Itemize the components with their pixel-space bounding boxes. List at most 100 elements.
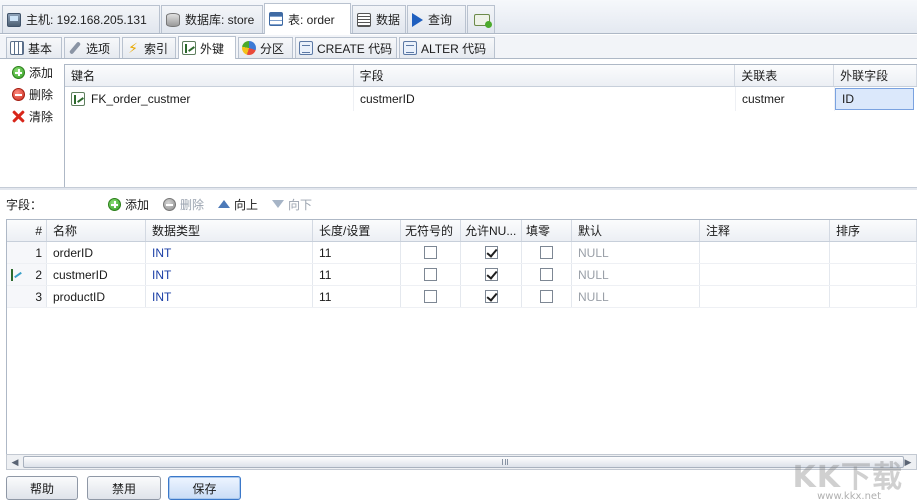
field-add-button[interactable]: 添加 (108, 196, 149, 213)
field-length-cell[interactable]: 11 (313, 264, 401, 285)
fk-clear-button[interactable]: 清除 (6, 105, 64, 127)
scroll-left-icon[interactable]: ◀ (7, 455, 23, 469)
column-header-ref-table[interactable]: 关联表 (735, 65, 835, 86)
field-length-cell[interactable]: 11 (313, 242, 401, 263)
fk-ref-table-cell[interactable]: custmer (736, 87, 835, 111)
column-header-collation[interactable]: 排序 (830, 220, 917, 241)
tab-table[interactable]: 表: order (264, 3, 351, 34)
tab-new-query[interactable] (467, 5, 495, 33)
save-button[interactable]: 保存 (168, 476, 241, 500)
allow-null-checkbox[interactable] (484, 290, 498, 304)
table-row[interactable]: FK_order_custmer custmerID custmer ID (65, 87, 917, 111)
field-type-cell[interactable]: INT (146, 264, 313, 285)
zerofill-checkbox[interactable] (540, 246, 553, 260)
watermark-logo: KK下载 (792, 460, 903, 495)
zerofill-checkbox[interactable] (540, 268, 553, 282)
tab-options[interactable]: 选项 (64, 37, 120, 58)
field-length-cell[interactable]: 11 (313, 286, 401, 307)
fields-toolbar: 字段： 添加 删除 向上 向下 (0, 191, 917, 217)
collation-cell[interactable] (830, 242, 917, 263)
zerofill-checkbox[interactable] (540, 290, 553, 304)
row-number: 1 (7, 242, 47, 263)
column-header-allow-null[interactable]: 允许NU... (461, 220, 522, 241)
unsigned-checkbox[interactable] (424, 290, 437, 304)
default-value-cell[interactable]: NULL (572, 264, 700, 285)
column-header-number[interactable]: # (7, 220, 47, 241)
field-delete-button[interactable]: 删除 (163, 196, 204, 213)
field-name-cell[interactable]: custmerID (47, 264, 146, 285)
clear-icon (12, 110, 25, 123)
watermark-url: www.kkx.net (817, 491, 881, 502)
table-row[interactable]: 2 custmerID INT 11 NULL (7, 264, 917, 286)
zerofill-cell (522, 286, 572, 307)
column-header-name[interactable]: 名称 (47, 220, 146, 241)
fk-delete-button[interactable]: 删除 (6, 83, 64, 105)
fk-add-button[interactable]: 添加 (6, 61, 64, 83)
foreign-key-icon (182, 41, 196, 55)
pane-splitter[interactable] (0, 187, 917, 190)
tab-foreign-keys[interactable]: 外键 (178, 36, 236, 59)
tab-partitions[interactable]: 分区 (238, 37, 293, 58)
tab-alter-code-label: ALTER 代码 (421, 41, 487, 56)
tab-data[interactable]: 数据 (352, 5, 406, 33)
tab-host[interactable]: 主机: 192.168.205.131 (2, 5, 160, 33)
column-header-length[interactable]: 长度/设置 (313, 220, 401, 241)
fk-field-cell[interactable]: custmerID (354, 87, 736, 111)
bottom-button-bar: 帮助 禁用 保存 (0, 472, 917, 504)
tab-alter-code[interactable]: ALTER 代码 (399, 37, 495, 58)
disable-button[interactable]: 禁用 (87, 476, 161, 500)
tab-data-label: 数据 (376, 13, 401, 27)
tab-basic[interactable]: 基本 (6, 37, 62, 58)
tab-basic-label: 基本 (28, 41, 53, 56)
fields-table-header: # 名称 数据类型 长度/设置 无符号的 允许NU... 填零 默认 注释 排序 (7, 220, 917, 242)
alter-code-icon (403, 41, 417, 55)
column-header-unsigned[interactable]: 无符号的 (401, 220, 461, 241)
field-name-cell[interactable]: productID (47, 286, 146, 307)
allow-null-checkbox[interactable] (484, 246, 498, 260)
collation-cell[interactable] (830, 264, 917, 285)
scrollbar-thumb[interactable] (23, 456, 904, 468)
foreign-key-actions: 添加 删除 清除 (6, 61, 64, 185)
unsigned-checkbox[interactable] (424, 246, 437, 260)
help-button[interactable]: 帮助 (6, 476, 78, 500)
fields-label: 字段： (6, 197, 43, 212)
fk-ref-field-cell[interactable]: ID (835, 88, 914, 110)
grip-icon (502, 459, 508, 465)
delete-icon (163, 197, 177, 211)
zerofill-cell (522, 264, 572, 285)
column-header-field[interactable]: 字段 (354, 65, 736, 86)
comment-cell[interactable] (700, 264, 830, 285)
fk-key-name-cell[interactable]: FK_order_custmer (65, 87, 354, 111)
tab-create-code[interactable]: CREATE 代码 (295, 37, 397, 58)
field-name-cell[interactable]: orderID (47, 242, 146, 263)
column-header-key-name[interactable]: 键名 (65, 65, 354, 86)
default-value-cell[interactable]: NULL (572, 242, 700, 263)
tab-table-label: 表: order (288, 12, 335, 27)
unsigned-checkbox[interactable] (424, 268, 437, 282)
arrow-down-icon (272, 200, 285, 208)
column-header-comment[interactable]: 注释 (700, 220, 830, 241)
collation-cell[interactable] (830, 286, 917, 307)
table-row[interactable]: 1 orderID INT 11 NULL (7, 242, 917, 264)
field-move-down-button[interactable]: 向下 (272, 196, 312, 213)
column-header-default[interactable]: 默认 (572, 220, 700, 241)
field-type-cell[interactable]: INT (146, 242, 313, 263)
column-header-ref-field[interactable]: 外联字段 (834, 65, 917, 86)
field-move-up-button[interactable]: 向上 (218, 196, 258, 213)
tab-indexes[interactable]: ⚡ 索引 (122, 37, 176, 58)
add-icon (108, 197, 121, 211)
column-header-datatype[interactable]: 数据类型 (146, 220, 313, 241)
tab-query[interactable]: 查询 (407, 5, 466, 33)
comment-cell[interactable] (700, 242, 830, 263)
foreign-key-table[interactable]: 键名 字段 关联表 外联字段 FK_order_custmer custmerI… (64, 64, 917, 188)
fields-table[interactable]: # 名称 数据类型 长度/设置 无符号的 允许NU... 填零 默认 注释 排序… (6, 219, 917, 455)
default-value-cell[interactable]: NULL (572, 286, 700, 307)
table-row[interactable]: 3 productID INT 11 NULL (7, 286, 917, 308)
field-type-cell[interactable]: INT (146, 286, 313, 307)
tab-database[interactable]: 数据库: store (161, 5, 263, 33)
tab-foreign-keys-label: 外键 (200, 41, 225, 56)
column-header-zerofill[interactable]: 填零 (522, 220, 572, 241)
comment-cell[interactable] (700, 286, 830, 307)
allow-null-checkbox[interactable] (484, 268, 498, 282)
table-editor-tab-bar: 基本 选项 ⚡ 索引 外键 分区 CREATE 代码 ALTER 代码 (0, 35, 917, 59)
